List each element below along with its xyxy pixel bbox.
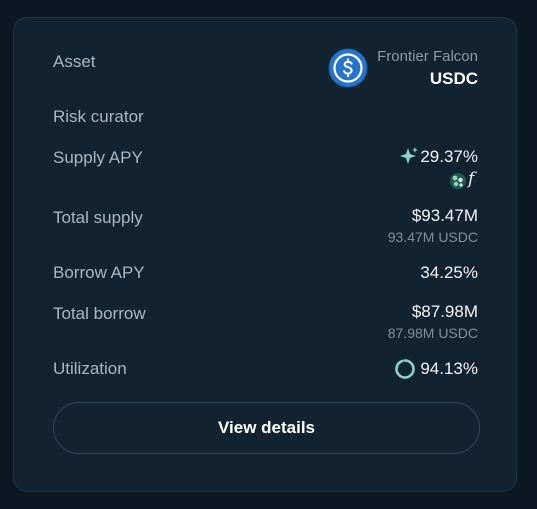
borrow-apy-value: 34.25% xyxy=(420,263,478,282)
reward-token-icon xyxy=(450,173,466,189)
total-borrow-value: $87.98M xyxy=(411,302,478,321)
total-borrow-label: Total borrow xyxy=(53,304,146,323)
borrow-apy-label: Borrow APY xyxy=(53,263,145,282)
utilization-value: 94.13% xyxy=(420,359,478,378)
risk-curator-label: Risk curator xyxy=(53,107,144,126)
total-supply-value: $93.47M xyxy=(411,206,478,225)
asset-symbol: USDC xyxy=(429,69,478,88)
total-supply-sub: 93.47M USDC xyxy=(387,229,478,245)
sparkle-icon xyxy=(400,147,418,164)
utilization-ring-icon xyxy=(395,359,415,379)
view-details-button[interactable]: View details xyxy=(53,402,480,454)
supply-apy-label: Supply APY xyxy=(53,148,143,167)
utilization-label: Utilization xyxy=(53,359,127,378)
market-card: Asset Frontier Falcon USDC Risk curator … xyxy=(13,17,517,492)
f-token-icon: f xyxy=(468,169,475,189)
supply-apy-value: 29.37% xyxy=(420,147,478,166)
usdc-coin-icon xyxy=(328,48,368,88)
total-borrow-sub: 87.98M USDC xyxy=(387,325,478,341)
curator-name: Frontier Falcon xyxy=(377,48,478,65)
asset-label: Asset xyxy=(53,52,96,71)
reward-tokens[interactable]: f xyxy=(448,169,484,191)
total-supply-label: Total supply xyxy=(53,208,143,227)
